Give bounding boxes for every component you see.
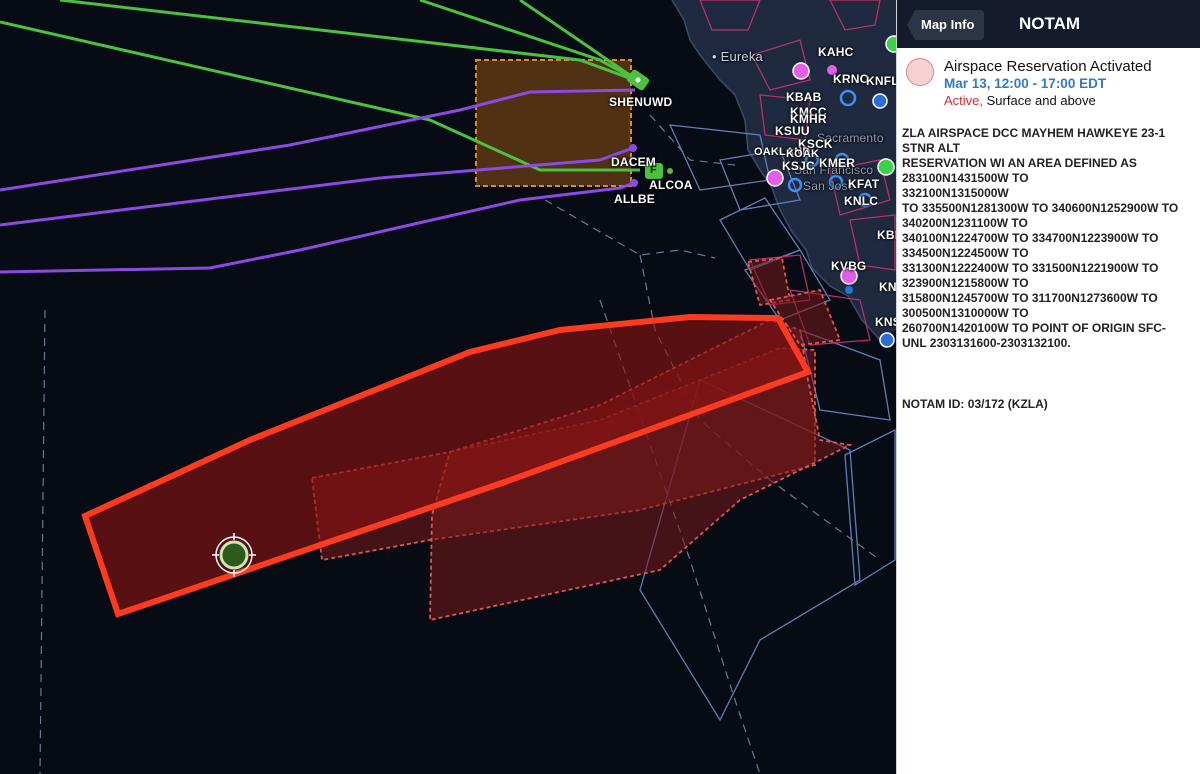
airport-kns-label[interactable]: KNS <box>875 315 896 329</box>
airport-green-1 <box>885 35 896 53</box>
waypoint-dacem-dot[interactable] <box>629 144 637 152</box>
airport-military-2 <box>879 332 895 348</box>
airport-kahc-label[interactable]: KAHC <box>818 45 853 59</box>
airport-green-2 <box>877 158 895 176</box>
airport-kbab-label[interactable]: KBAB <box>786 90 821 104</box>
waypoint-f-label: F <box>650 164 657 176</box>
airport-kvbg-label[interactable]: KVBG <box>831 259 866 273</box>
airport-kn-label[interactable]: KN <box>879 280 896 294</box>
notam-info-panel: Map Info NOTAM Airspace Reservation Acti… <box>896 0 1200 774</box>
airport-military-1 <box>872 93 888 109</box>
panel-header: Map Info NOTAM <box>897 0 1200 48</box>
airport-knlc-label[interactable]: KNLC <box>844 194 878 208</box>
waypoint-alcoa-label: ALCOA <box>649 178 693 192</box>
notam-id: NOTAM ID: 03/172 (KZLA) <box>902 397 1048 411</box>
city-san-jose-label: San Jose <box>803 179 855 193</box>
waypoint-allbe-label: ALLBE <box>614 192 655 206</box>
map-info-back-button[interactable]: Map Info <box>907 10 985 40</box>
reservation-title: Airspace Reservation Activated <box>944 58 1152 75</box>
airport-knfl-label[interactable]: KNFL <box>866 74 896 88</box>
panel-title: NOTAM <box>1019 14 1081 33</box>
status-active-word: Active, <box>944 93 984 108</box>
reservation-time: Mar 13, 12:00 - 17:00 EDT <box>944 76 1107 91</box>
airport-kahc-dot <box>792 62 810 80</box>
map-canvas[interactable] <box>0 0 896 774</box>
notam-body-text: ZLA AIRSPACE DCC MAYHEM HAWKEYE 23-1 STN… <box>902 126 1179 350</box>
airport-ksuu-label[interactable]: KSUU <box>775 124 810 138</box>
map-view[interactable]: SHENUWD DACEM ALCOA ALLBE F • Eureka Sac… <box>0 0 896 774</box>
airport-krno-label[interactable]: KRNO <box>833 72 869 86</box>
waypoint-shenu-label: SHENUWD <box>609 95 673 109</box>
airport-kbf-label[interactable]: KBF <box>877 228 896 242</box>
status-altitude: Surface and above <box>983 93 1096 108</box>
city-eureka-label: • Eureka <box>712 49 763 64</box>
reservation-status-icon <box>906 58 934 86</box>
airport-ksjc-label[interactable]: KSJC <box>782 159 815 173</box>
waypoint-allbe-dot[interactable] <box>630 179 638 187</box>
airport-kmer-label[interactable]: KMER <box>819 156 855 170</box>
airport-military-3 <box>845 286 853 294</box>
airport-kfat-label[interactable]: KFAT <box>848 177 879 191</box>
airport-koak-dot <box>766 169 784 187</box>
reservation-status: Active, Surface and above <box>944 93 1096 108</box>
